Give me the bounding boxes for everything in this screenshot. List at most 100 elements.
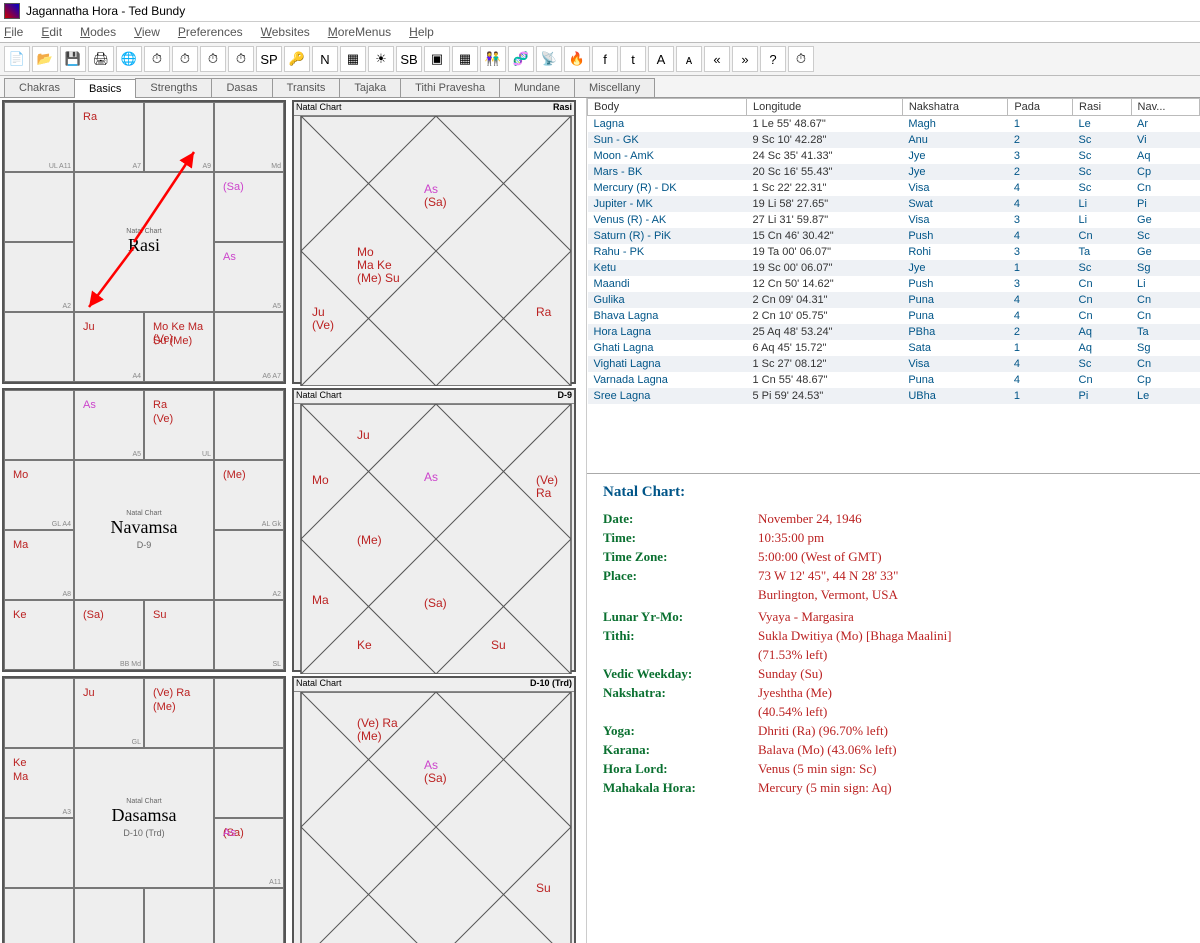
cell: 2 Cn 09' 04.31" [746, 292, 902, 308]
cell: 4 [1008, 228, 1073, 244]
tab-strengths[interactable]: Strengths [135, 78, 212, 97]
table-row[interactable]: Sun - GK9 Sc 10' 42.28"Anu2ScVi [588, 132, 1200, 148]
south-chart-1[interactable]: JuAsA5Ra(Ve)UL(Me)AL GkA2SLKe(Sa)BB MdSu… [2, 388, 286, 672]
col-nav...[interactable]: Nav... [1131, 99, 1199, 116]
toolbar-btn-28[interactable]: ⏱ [788, 46, 814, 72]
table-row[interactable]: Lagna1 Le 55' 48.67"Magh1LeAr [588, 116, 1200, 133]
tab-chakras[interactable]: Chakras [4, 78, 75, 97]
toolbar-btn-17[interactable]: 👫 [480, 46, 506, 72]
cell: Venus (R) - AK [588, 212, 747, 228]
cell: Cn [1073, 228, 1132, 244]
cell: Sc [1131, 228, 1199, 244]
house-cell [214, 390, 284, 460]
toolbar-btn-1[interactable]: 📂 [32, 46, 58, 72]
col-nakshatra[interactable]: Nakshatra [902, 99, 1008, 116]
toolbar-btn-15[interactable]: ▣ [424, 46, 450, 72]
toolbar-btn-16[interactable]: ▦ [452, 46, 478, 72]
cell: Visa [902, 180, 1008, 196]
toolbar-btn-22[interactable]: t [620, 46, 646, 72]
tab-dasas[interactable]: Dasas [211, 78, 272, 97]
toolbar-btn-7[interactable]: ⏱ [200, 46, 226, 72]
planet-table[interactable]: BodyLongitudeNakshatraPadaRasiNav...Lagn… [587, 98, 1200, 474]
toolbar-btn-9[interactable]: SP [256, 46, 282, 72]
table-row[interactable]: Maandi12 Cn 50' 14.62"Push3CnLi [588, 276, 1200, 292]
toolbar-btn-6[interactable]: ⏱ [172, 46, 198, 72]
toolbar-btn-24[interactable]: ᴀ [676, 46, 702, 72]
house-cell: A2 [4, 242, 74, 312]
toolbar-btn-3[interactable]: 🖨 [88, 46, 114, 72]
south-chart-0[interactable]: RaA7A9Md(Sa)AsA5A6 A7JuA4Mo Ke Ma (Ve)Su… [2, 100, 286, 384]
north-chart-1[interactable]: Natal ChartD-9AsJuMo(Me)MaKe(Sa)Su(Ve)Ra [292, 388, 576, 672]
natal-info-pane[interactable]: Natal Chart:Date:November 24, 1946Time:1… [587, 474, 1200, 943]
table-row[interactable]: Ketu19 Sc 00' 06.07"Jye1ScSg [588, 260, 1200, 276]
menu-view[interactable]: View [134, 25, 160, 39]
cell: Saturn (R) - PiK [588, 228, 747, 244]
toolbar-btn-27[interactable]: ? [760, 46, 786, 72]
cell: Jupiter - MK [588, 196, 747, 212]
tab-mundane[interactable]: Mundane [499, 78, 575, 97]
table-row[interactable]: Varnada Lagna1 Cn 55' 48.67"Puna4CnCp [588, 372, 1200, 388]
tab-transits[interactable]: Transits [272, 78, 341, 97]
table-row[interactable]: Jupiter - MK19 Li 58' 27.65"Swat4LiPi [588, 196, 1200, 212]
table-row[interactable]: Mars - BK20 Sc 16' 55.43"Jye2ScCp [588, 164, 1200, 180]
table-row[interactable]: Bhava Lagna2 Cn 10' 05.75"Puna4CnCn [588, 308, 1200, 324]
table-row[interactable]: Rahu - PK19 Ta 00' 06.07"Rohi3TaGe [588, 244, 1200, 260]
toolbar-btn-8[interactable]: ⏱ [228, 46, 254, 72]
menu-preferences[interactable]: Preferences [178, 25, 243, 39]
tab-basics[interactable]: Basics [74, 79, 136, 98]
tab-miscellany[interactable]: Miscellany [574, 78, 655, 97]
toolbar-btn-12[interactable]: ▦ [340, 46, 366, 72]
menu-help[interactable]: Help [409, 25, 434, 39]
toolbar-btn-19[interactable]: 📡 [536, 46, 562, 72]
col-rasi[interactable]: Rasi [1073, 99, 1132, 116]
col-body[interactable]: Body [588, 99, 747, 116]
table-row[interactable]: Sree Lagna5 Pi 59' 24.53"UBha1PiLe [588, 388, 1200, 404]
table-row[interactable]: Hora Lagna25 Aq 48' 53.24"PBha2AqTa [588, 324, 1200, 340]
table-row[interactable]: Mercury (R) - DK1 Sc 22' 22.31"Visa4ScCn [588, 180, 1200, 196]
table-row[interactable]: Gulika2 Cn 09' 04.31"Puna4CnCn [588, 292, 1200, 308]
title-bar: Jagannatha Hora - Ted Bundy [0, 0, 1200, 22]
cell: Visa [902, 212, 1008, 228]
toolbar-btn-4[interactable]: 🌐 [116, 46, 142, 72]
toolbar-btn-0[interactable]: 📄 [4, 46, 30, 72]
menu-file[interactable]: File [4, 25, 23, 39]
table-row[interactable]: Venus (R) - AK27 Li 31' 59.87"Visa3LiGe [588, 212, 1200, 228]
table-row[interactable]: Vighati Lagna1 Sc 27' 08.12"Visa4ScCn [588, 356, 1200, 372]
toolbar-btn-13[interactable]: ☀ [368, 46, 394, 72]
toolbar-btn-21[interactable]: f [592, 46, 618, 72]
table-row[interactable]: Moon - AmK24 Sc 35' 41.33"Jye3ScAq [588, 148, 1200, 164]
toolbar-btn-26[interactable]: » [732, 46, 758, 72]
toolbar-btn-10[interactable]: 🔑 [284, 46, 310, 72]
cell: Li [1131, 276, 1199, 292]
cell: 25 Aq 48' 53.24" [746, 324, 902, 340]
north-chart-0[interactable]: Natal ChartRasiAs(Sa)MoMa Ke(Me) SuJu(Ve… [292, 100, 576, 384]
house-cell [214, 748, 284, 818]
tab-tajaka[interactable]: Tajaka [339, 78, 401, 97]
toolbar-btn-5[interactable]: ⏱ [144, 46, 170, 72]
table-row[interactable]: Saturn (R) - PiK15 Cn 46' 30.42"Push4CnS… [588, 228, 1200, 244]
col-longitude[interactable]: Longitude [746, 99, 902, 116]
north-chart-2[interactable]: Natal ChartD-10 (Trd)As(Sa)(Ve) Ra(Me)Su [292, 676, 576, 943]
toolbar-btn-25[interactable]: « [704, 46, 730, 72]
menu-bar[interactable]: File Edit Modes View Preferences Websites More… [0, 22, 1200, 42]
cell: Sg [1131, 260, 1199, 276]
toolbar-btn-2[interactable]: 💾 [60, 46, 86, 72]
south-chart-2[interactable]: MoPP BBJuGL(Ve) Ra(Me)(Sa)AsA11ALHLKeMaA… [2, 676, 286, 943]
cell: Sc [1073, 148, 1132, 164]
menu-moremenus[interactable]: MoreMenus [328, 25, 391, 39]
col-pada[interactable]: Pada [1008, 99, 1073, 116]
toolbar-btn-20[interactable]: 🔥 [564, 46, 590, 72]
cell: Push [902, 228, 1008, 244]
menu-modes[interactable]: Modes [80, 25, 116, 39]
toolbar: 📄📂💾🖨🌐⏱⏱⏱⏱SP🔑N▦☀SB▣▦👫🧬📡🔥ftAᴀ«»?⏱ [0, 42, 1200, 76]
menu-edit[interactable]: Edit [41, 25, 62, 39]
house-cell [214, 678, 284, 748]
menu-websites[interactable]: Websites [261, 25, 310, 39]
toolbar-btn-14[interactable]: SB [396, 46, 422, 72]
cell: 2 [1008, 324, 1073, 340]
toolbar-btn-11[interactable]: N [312, 46, 338, 72]
table-row[interactable]: Ghati Lagna6 Aq 45' 15.72"Sata1AqSg [588, 340, 1200, 356]
toolbar-btn-23[interactable]: A [648, 46, 674, 72]
tab-tithi-pravesha[interactable]: Tithi Pravesha [400, 78, 500, 97]
toolbar-btn-18[interactable]: 🧬 [508, 46, 534, 72]
